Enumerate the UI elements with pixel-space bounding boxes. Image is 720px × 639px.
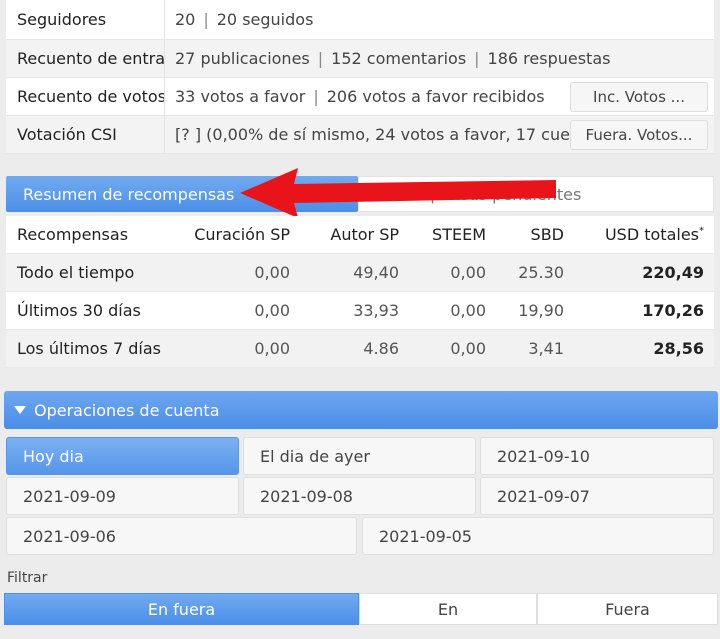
tab-rewards-summary[interactable]: Resumen de recompensas — [6, 176, 358, 212]
filter-label: Filtrar — [7, 570, 48, 586]
tab-pending-rewards[interactable]: Recompensas pendientes — [358, 176, 714, 212]
votes-count-label: Recuento de votos — [6, 78, 165, 115]
followers-count: 20 — [175, 10, 196, 29]
date-button-2021-09-06[interactable]: 2021-09-06 — [6, 517, 357, 555]
followers-row: Seguidores 20 | 20 seguidos — [6, 0, 714, 40]
account-operations-title: Operaciones de cuenta — [34, 400, 220, 420]
outgoing-votes-button[interactable]: Fuera. Votos... — [570, 120, 708, 150]
profile-stats-table: Seguidores 20 | 20 seguidos Recuento de … — [6, 0, 714, 154]
account-operations-header[interactable]: Operaciones de cuenta — [4, 391, 718, 429]
date-button-2021-09-07[interactable]: 2021-09-07 — [480, 477, 714, 515]
posts-count-label: Recuento de entradas — [6, 40, 165, 77]
filter-in-button[interactable]: En — [359, 593, 537, 625]
date-button-2021-09-09[interactable]: 2021-09-09 — [6, 477, 239, 515]
csi-vote-row: Votación CSI [? ] (0,00% de sí mismo, 24… — [6, 116, 714, 154]
reward-tabs: Resumen de recompensas Recompensas pendi… — [6, 176, 714, 212]
followers-label: Seguidores — [6, 0, 165, 39]
replies-count: 186 respuestas — [487, 49, 611, 68]
upvotes-received: 206 votos a favor recibidos — [326, 87, 545, 106]
upvotes-given: 33 votos a favor — [175, 87, 306, 106]
date-button-today[interactable]: Hoy dia — [6, 437, 239, 475]
date-button-2021-09-08[interactable]: 2021-09-08 — [243, 477, 476, 515]
header-rewards: Recompensas — [17, 225, 129, 244]
header-sbd: SBD — [530, 225, 564, 244]
triangle-down-icon — [14, 406, 26, 414]
rewards-table-header: Recompensas Curación SP Autor SP STEEM S… — [6, 216, 714, 254]
filter-in-out-button[interactable]: En fuera — [4, 593, 359, 625]
incoming-votes-button[interactable]: Inc. Votos ... — [570, 82, 708, 112]
comments-count: 152 comentarios — [331, 49, 467, 68]
header-curation-sp: Curación SP — [194, 225, 290, 244]
date-button-yesterday[interactable]: El dia de ayer — [243, 437, 476, 475]
header-steem: STEEM — [432, 225, 486, 244]
table-row: Los últimos 7 días 0,00 4.86 0,00 3,41 2… — [6, 330, 714, 368]
table-row: Últimos 30 días 0,00 33,93 0,00 19,90 17… — [6, 292, 714, 330]
filter-out-button[interactable]: Fuera — [537, 593, 718, 625]
posts-count-row: Recuento de entradas 27 publicaciones | … — [6, 40, 714, 78]
table-row: Todo el tiempo 0,00 49,40 0,00 25.30 220… — [6, 254, 714, 292]
direction-filter-bar: En fuera En Fuera — [4, 593, 718, 625]
rewards-table: Recompensas Curación SP Autor SP STEEM S… — [6, 216, 714, 368]
csi-vote-label: Votación CSI — [6, 116, 165, 153]
votes-count-row: Recuento de votos 33 votos a favor | 206… — [6, 78, 714, 116]
date-button-2021-09-10[interactable]: 2021-09-10 — [480, 437, 714, 475]
publications-count: 27 publicaciones — [175, 49, 310, 68]
header-author-sp: Autor SP — [330, 225, 399, 244]
date-button-2021-09-05[interactable]: 2021-09-05 — [362, 517, 714, 555]
header-usd-total: USD totales* — [604, 225, 704, 244]
following-count: 20 seguidos — [216, 10, 314, 29]
